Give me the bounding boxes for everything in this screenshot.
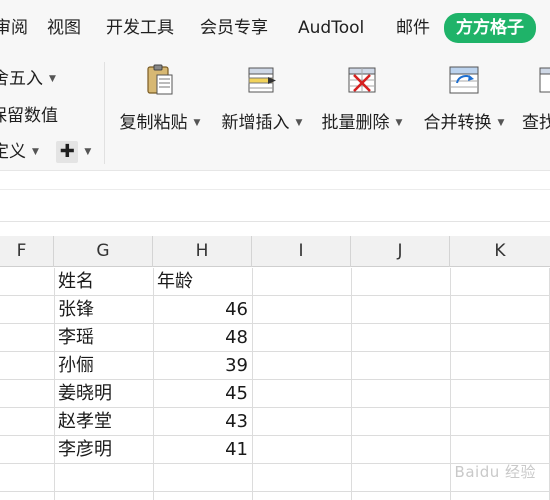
cell-name[interactable]: 张锋 (58, 296, 150, 324)
round-label: 舍五入 (0, 69, 43, 89)
column-header-i[interactable]: I (252, 236, 351, 267)
find-label: 查找 (522, 113, 550, 133)
grid-line (450, 268, 451, 500)
merge-convert-button[interactable]: 合并转换 ▼ (414, 62, 514, 142)
cell-name[interactable]: 李瑶 (58, 324, 150, 352)
merge-convert-icon (449, 66, 479, 94)
find-icon (539, 67, 550, 93)
watermark: Baidu 经验 (454, 463, 536, 481)
custom-dropdown[interactable]: 定义 ▼ ✚ ▼ (0, 137, 91, 163)
menu-audtool[interactable]: AudTool (298, 14, 364, 42)
menu-developer[interactable]: 开发工具 (106, 14, 174, 42)
ribbon-separator (104, 62, 105, 164)
chevron-down-icon: ▼ (49, 74, 56, 84)
insert-row-icon (248, 67, 276, 93)
column-header-h[interactable]: H (153, 236, 252, 267)
grid-line (54, 268, 55, 500)
copy-paste-button[interactable]: 复制粘贴 ▼ (110, 62, 210, 142)
tab-fangfanggezi[interactable]: 方方格子 (444, 13, 536, 43)
plus-icon[interactable]: ✚ (56, 141, 79, 163)
batch-delete-button[interactable]: 批量删除 ▼ (312, 62, 412, 142)
column-header-g[interactable]: G (54, 236, 153, 267)
grid-line (0, 491, 550, 492)
menu-mail[interactable]: 邮件 (396, 14, 430, 42)
chevron-down-icon: ▼ (295, 118, 303, 128)
cell-name[interactable]: 孙俪 (58, 352, 150, 380)
cell-h-header[interactable]: 年龄 (157, 268, 249, 296)
menu-bar: 审阅 视图 开发工具 会员专享 AudTool 邮件 方方格子 (0, 0, 550, 56)
menu-member[interactable]: 会员专享 (200, 14, 268, 42)
column-header-f[interactable]: F (0, 236, 54, 267)
formula-divider (0, 189, 550, 190)
cell-name[interactable]: 李彦明 (58, 436, 150, 464)
custom-label: 定义 (0, 142, 26, 162)
ribbon: 舍五入 ▼ 保留数值 定义 ▼ ✚ ▼ 复制粘贴▼ (0, 56, 550, 170)
chevron-down-icon: ▼ (193, 118, 201, 128)
merge-convert-label: 合并转换 ▼ (423, 113, 505, 133)
grid-line (252, 268, 253, 500)
spreadsheet-window: 审阅 视图 开发工具 会员专享 AudTool 邮件 方方格子 舍五入 ▼ 保留数… (0, 0, 550, 500)
cell-name[interactable]: 姜晓明 (58, 380, 150, 408)
clipboard-paste-icon (147, 64, 173, 95)
formula-bar[interactable] (0, 170, 550, 222)
grid-line (351, 268, 352, 500)
cell-age[interactable]: 41 (156, 436, 248, 464)
cell-age[interactable]: 43 (156, 408, 248, 436)
chevron-down-icon: ▼ (497, 118, 505, 128)
grid-line (153, 268, 154, 500)
column-header-j[interactable]: J (351, 236, 450, 267)
chevron-down-icon: ▼ (395, 118, 403, 128)
menu-view[interactable]: 视图 (47, 14, 81, 42)
cell-age[interactable]: 48 (156, 324, 248, 352)
delete-table-icon (348, 67, 376, 93)
chevron-down-icon: ▼ (84, 147, 92, 157)
round-dropdown[interactable]: 舍五入 ▼ (0, 64, 56, 89)
batch-delete-label: 批量删除 ▼ (321, 113, 403, 133)
find-button[interactable]: 查找 (516, 62, 550, 142)
chevron-down-icon: ▼ (32, 147, 39, 157)
copy-paste-label: 复制粘贴 ▼ (119, 113, 201, 133)
cell-g-header[interactable]: 姓名 (58, 268, 150, 296)
insert-button[interactable]: 新增插入 ▼ (212, 62, 312, 142)
keep-value-button[interactable]: 保留数值 (0, 101, 58, 126)
cell-age[interactable]: 45 (156, 380, 248, 408)
insert-label: 新增插入 ▼ (221, 113, 303, 133)
column-header-k[interactable]: K (450, 236, 550, 267)
menu-review[interactable]: 审阅 (0, 14, 28, 42)
column-header-row: F G H I J K (0, 236, 550, 267)
cell-age[interactable]: 46 (156, 296, 248, 324)
cell-name[interactable]: 赵孝堂 (58, 408, 150, 436)
cell-age[interactable]: 39 (156, 352, 248, 380)
